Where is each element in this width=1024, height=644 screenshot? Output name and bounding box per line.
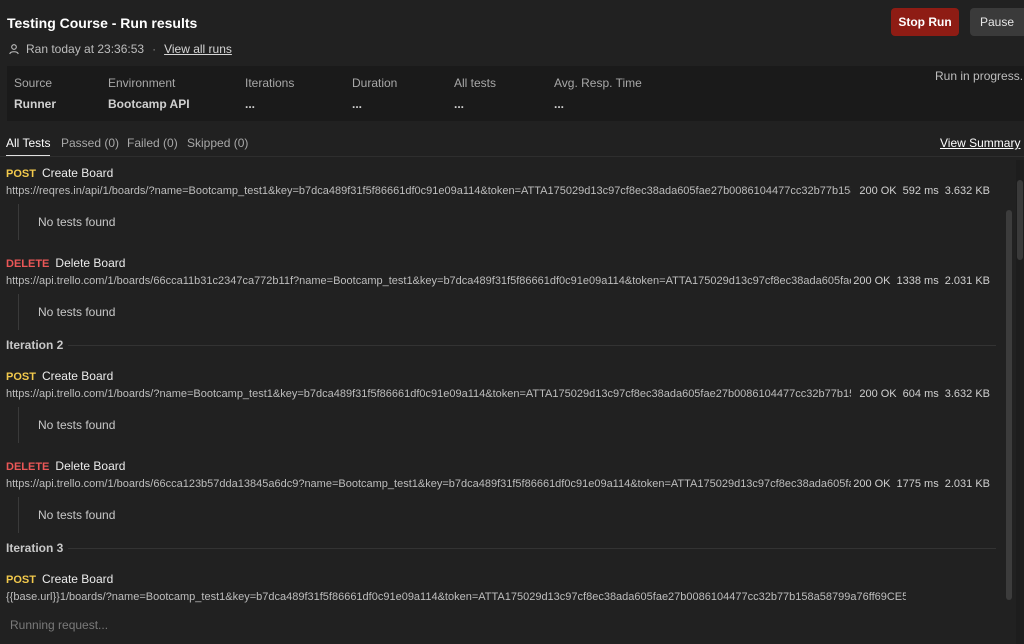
response-time: 592 ms xyxy=(902,185,939,197)
request-item[interactable]: POST Create Board https://reqres.in/api/1… xyxy=(6,166,996,240)
page-title: Testing Course - Run results xyxy=(7,15,198,31)
request-name: Delete Board xyxy=(55,459,126,473)
request-name: Create Board xyxy=(41,166,114,180)
stop-run-button[interactable]: Stop Run xyxy=(891,8,959,36)
request-url: https://api.trello.com/1/boards/66cca11b… xyxy=(6,275,851,287)
request-url: {{base.url}}1/boards/?name=Bootcamp_test… xyxy=(6,591,906,603)
method-badge: POST xyxy=(6,371,36,383)
request-item[interactable]: POST Create Board https://api.trello.com/… xyxy=(6,369,996,443)
request-name: Create Board xyxy=(41,572,114,586)
response-meta: 200 OK 1775 ms 2.031 KB xyxy=(847,478,990,490)
results-scrollbar[interactable] xyxy=(1006,210,1012,600)
response-time: 1338 ms xyxy=(896,275,939,287)
results-list: POST Create Board https://reqres.in/api/1… xyxy=(0,160,1004,644)
response-size: 2.031 KB xyxy=(944,478,990,490)
environment-label: Environment xyxy=(108,76,176,90)
tab-skipped[interactable]: Skipped (0) xyxy=(187,136,248,150)
method-badge: DELETE xyxy=(6,461,50,473)
all-tests-value: ... xyxy=(454,97,465,111)
response-time: 1775 ms xyxy=(896,478,939,490)
ran-time: Ran today at 23:36:53 xyxy=(26,42,145,56)
tests-result: No tests found xyxy=(18,294,115,330)
method-badge: POST xyxy=(6,168,36,180)
run-summary-panel: Source Runner Environment Bootcamp API I… xyxy=(7,66,1024,121)
request-url: https://api.trello.com/1/boards/?name=Bo… xyxy=(6,388,851,400)
method-badge: DELETE xyxy=(6,258,50,270)
run-status: Run in progress... xyxy=(935,69,1024,83)
request-url: https://reqres.in/api/1/boards/?name=Boo… xyxy=(6,185,851,197)
request-name: Delete Board xyxy=(55,256,126,270)
tab-all-tests[interactable]: All Tests xyxy=(6,136,50,150)
separator: · xyxy=(152,42,157,56)
avg-resp-value: ... xyxy=(554,97,565,111)
iteration-heading: Iteration 3 xyxy=(6,541,64,555)
response-size: 3.632 KB xyxy=(944,185,990,197)
results-tabs: All Tests Passed (0) Failed (0) Skipped … xyxy=(0,130,1024,157)
method-badge: POST xyxy=(6,574,36,586)
source-value: Runner xyxy=(14,97,56,111)
request-name: Create Board xyxy=(41,369,114,383)
tab-passed[interactable]: Passed (0) xyxy=(61,136,119,150)
duration-value: ... xyxy=(352,97,363,111)
request-url: https://api.trello.com/1/boards/66cca123… xyxy=(6,478,851,490)
response-size: 2.031 KB xyxy=(944,275,990,287)
response-meta: 200 OK 604 ms 3.632 KB xyxy=(853,388,990,400)
response-time: 604 ms xyxy=(902,388,939,400)
iterations-label: Iterations xyxy=(245,76,295,90)
tests-result: No tests found xyxy=(18,204,115,240)
status-code: 200 OK xyxy=(853,478,891,490)
status-code: 200 OK xyxy=(859,185,897,197)
view-summary-link[interactable]: View Summary xyxy=(940,136,1020,150)
tests-result: No tests found xyxy=(18,497,115,533)
view-all-runs-link[interactable]: View all runs xyxy=(164,42,232,56)
duration-label: Duration xyxy=(352,76,398,90)
iteration-heading: Iteration 2 xyxy=(6,338,64,352)
request-item[interactable]: POST Create Board {{base.url}}1/boards/?n… xyxy=(6,572,996,603)
environment-value: Bootcamp API xyxy=(108,97,190,111)
window-scrollbar[interactable] xyxy=(1017,180,1023,260)
tabs-divider xyxy=(0,156,1024,157)
tab-failed[interactable]: Failed (0) xyxy=(127,136,178,150)
all-tests-label: All tests xyxy=(454,76,497,90)
status-code: 200 OK xyxy=(853,275,891,287)
response-meta: 200 OK 1338 ms 2.031 KB xyxy=(847,275,990,287)
running-request-status: Running request... xyxy=(10,618,109,632)
pause-button[interactable]: Pause xyxy=(970,8,1024,36)
response-meta: 200 OK 592 ms 3.632 KB xyxy=(853,185,990,197)
source-label: Source xyxy=(14,76,53,90)
user-icon xyxy=(8,43,20,55)
response-size: 3.632 KB xyxy=(944,388,990,400)
iterations-value: ... xyxy=(245,97,256,111)
request-item[interactable]: DELETE Delete Board https://api.trello.co… xyxy=(6,459,996,533)
request-item[interactable]: DELETE Delete Board https://api.trello.co… xyxy=(6,256,996,330)
avg-resp-label: Avg. Resp. Time xyxy=(554,76,642,90)
status-code: 200 OK xyxy=(859,388,897,400)
iteration-divider xyxy=(68,345,996,346)
tests-result: No tests found xyxy=(18,407,115,443)
run-info: Ran today at 23:36:53 · View all runs xyxy=(8,42,232,56)
iteration-divider xyxy=(68,548,996,549)
